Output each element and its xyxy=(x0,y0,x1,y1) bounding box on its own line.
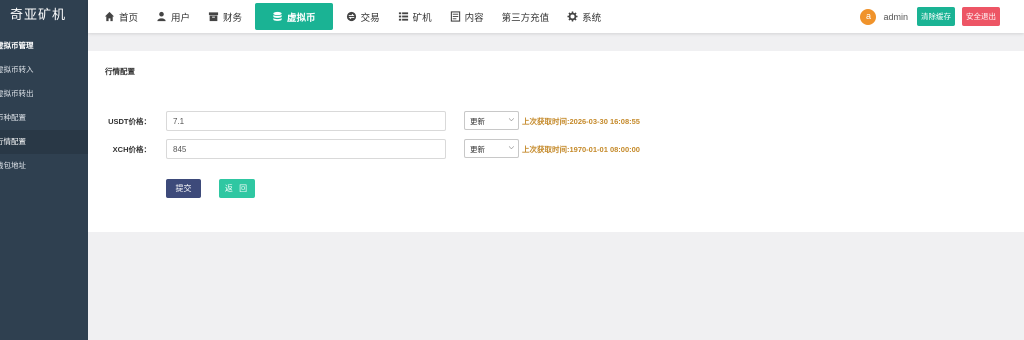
nav-virtual-coin[interactable]: 虚拟币 xyxy=(255,3,333,30)
nav-system[interactable]: 系统 xyxy=(558,4,610,30)
nav-finance[interactable]: 财务 xyxy=(199,4,251,30)
panel-title: 行情配置 xyxy=(105,67,135,76)
xch-update-select[interactable]: 更新 ⌵ xyxy=(464,139,519,158)
nav-label: 财务 xyxy=(223,12,243,24)
nav-trade[interactable]: 交易 xyxy=(337,4,389,30)
sidebar-item-market-config[interactable]: 行情配置 xyxy=(0,130,88,154)
submit-button[interactable]: 提交 xyxy=(166,179,201,198)
nav-label: 第三方充值 xyxy=(501,12,550,24)
nav-miner[interactable]: 矿机 xyxy=(389,4,441,30)
nav-label: 矿机 xyxy=(412,12,432,24)
nav-label: 系统 xyxy=(582,12,602,24)
usdt-last-fetch-time: 上次获取时间:2026-03-30 16:08:55 xyxy=(522,117,640,126)
top-navbar: 首页 用户 财务 虚拟币 交易 矿机 内容 第三方充值 系统 a admin 清… xyxy=(88,0,1024,33)
database-icon xyxy=(273,11,282,21)
sidebar-item-wallet-address[interactable]: 钱包地址 xyxy=(0,154,88,178)
chevron-down-icon: ⌵ xyxy=(508,144,514,151)
sidebar-item-coin-out[interactable]: 虚拟币转出 xyxy=(0,82,88,106)
home-icon xyxy=(104,11,115,22)
avatar[interactable]: a xyxy=(860,8,877,25)
nav-user[interactable]: 用户 xyxy=(147,4,199,30)
nav-label: 虚拟币 xyxy=(287,12,316,24)
nav-label: 交易 xyxy=(360,12,380,24)
nav-third-party-recharge[interactable]: 第三方充值 xyxy=(493,4,559,30)
nav-label: 内容 xyxy=(464,12,484,24)
list-icon xyxy=(398,12,408,21)
gear-icon xyxy=(567,11,578,22)
market-config-panel: 行情配置 USDT价格： 7.1 更新 ⌵ 上次获取时间:2026-03-30 … xyxy=(88,51,1024,232)
archive-icon xyxy=(208,12,219,22)
sidebar-item-label: 钱包地址 xyxy=(0,161,26,170)
xch-last-fetch-time: 上次获取时间:1970-01-01 08:00:00 xyxy=(522,145,640,154)
user-area: a admin 清除缓存 安全退出 xyxy=(860,0,1000,33)
sidebar: 奇亚矿机 虚拟币管理 虚拟币转入 虚拟币转出 币种配置 行情配置 钱包地址 xyxy=(0,0,88,340)
usdt-price-row: USDT价格： 7.1 更新 ⌵ 上次获取时间:2026-03-30 16:08… xyxy=(88,111,788,131)
document-icon xyxy=(450,11,460,22)
usdt-price-label: USDT价格： xyxy=(108,117,151,126)
nav-label: 用户 xyxy=(171,12,191,24)
nav-home[interactable]: 首页 xyxy=(95,4,147,30)
sidebar-item-coin-in[interactable]: 虚拟币转入 xyxy=(0,58,88,82)
sidebar-item-label: 虚拟币转出 xyxy=(0,89,34,98)
brand-title: 奇亚矿机 xyxy=(10,7,67,22)
usdt-update-select[interactable]: 更新 ⌵ xyxy=(464,111,519,130)
sidebar-item-label: 行情配置 xyxy=(0,137,26,146)
xch-price-label: XCH价格： xyxy=(112,145,151,154)
clear-cache-button[interactable]: 清除缓存 xyxy=(917,7,955,26)
xch-price-row: XCH价格： 845 更新 ⌵ 上次获取时间:1970-01-01 08:00:… xyxy=(88,139,788,159)
sidebar-item-coin-config[interactable]: 币种配置 xyxy=(0,106,88,130)
select-value: 更新 xyxy=(470,145,485,154)
nav-label: 首页 xyxy=(119,12,139,24)
exchange-icon xyxy=(346,11,356,22)
chevron-down-icon: ⌵ xyxy=(508,116,514,123)
username[interactable]: admin xyxy=(883,12,908,22)
select-value: 更新 xyxy=(470,117,485,126)
sidebar-group-title[interactable]: 虚拟币管理 xyxy=(0,33,88,58)
usdt-price-input[interactable]: 7.1 xyxy=(166,111,446,131)
top-nav: 首页 用户 财务 虚拟币 交易 矿机 内容 第三方充值 系统 xyxy=(88,0,610,33)
nav-content[interactable]: 内容 xyxy=(441,4,493,30)
logout-button[interactable]: 安全退出 xyxy=(962,7,1000,26)
back-button[interactable]: 返 回 xyxy=(219,179,255,198)
user-icon xyxy=(157,11,166,22)
sidebar-item-label: 虚拟币转入 xyxy=(0,65,34,74)
xch-price-input[interactable]: 845 xyxy=(166,139,446,159)
sidebar-item-label: 币种配置 xyxy=(0,113,26,122)
